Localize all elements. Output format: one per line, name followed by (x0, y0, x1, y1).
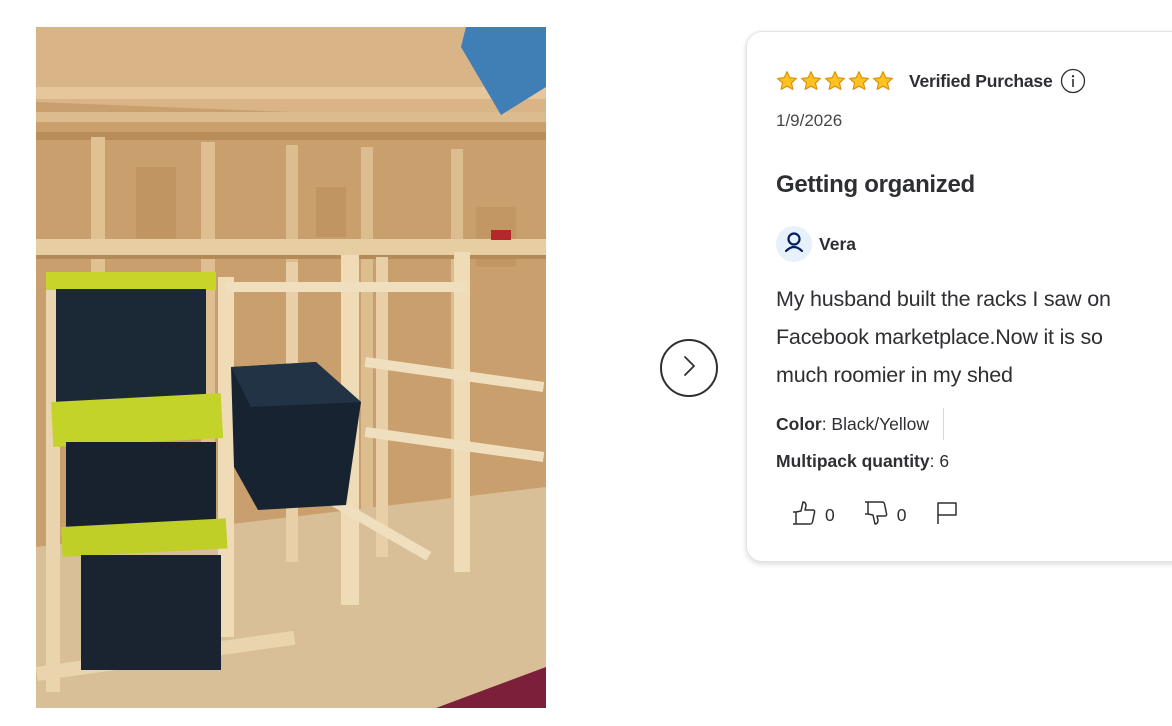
star-filled-icon (824, 70, 846, 92)
attribute-qty-label: Multipack quantity (776, 451, 930, 471)
review-actions: 0 0 (791, 500, 960, 531)
review-photo[interactable] (36, 27, 546, 708)
star-filled-icon (800, 70, 822, 92)
chevron-right-icon (682, 355, 696, 382)
reviewer-name: Vera (819, 233, 856, 254)
attribute-color-value: : Black/Yellow (821, 413, 930, 434)
report-button[interactable] (934, 500, 960, 531)
info-icon[interactable] (1060, 68, 1086, 94)
attribute-divider (943, 408, 945, 440)
verified-purchase-label: Verified Purchase (909, 70, 1053, 91)
star-rating (776, 70, 894, 92)
attribute-multipack: Multipack quantity: 6 (776, 451, 949, 472)
thumbs-down-icon (863, 500, 889, 531)
attribute-qty-value: : 6 (929, 451, 950, 471)
helpful-count: 0 (825, 505, 835, 525)
star-filled-icon (872, 70, 894, 92)
rating-row: Verified Purchase (776, 66, 1086, 96)
review-card: Verified Purchase 1/9/2026 Getting organ… (746, 31, 1172, 562)
star-filled-icon (776, 70, 798, 92)
next-review-button[interactable] (660, 339, 718, 397)
unhelpful-button[interactable]: 0 (863, 500, 907, 531)
helpful-button[interactable]: 0 (791, 500, 835, 531)
avatar (776, 226, 812, 262)
review-body: My husband built the racks I saw on Face… (776, 287, 1111, 387)
attribute-color: Color: Black/Yellow (776, 408, 945, 440)
review-date: 1/9/2026 (776, 111, 843, 130)
reviewer: Vera (776, 226, 856, 262)
unhelpful-count: 0 (896, 505, 907, 525)
review-title: Getting organized (776, 171, 975, 198)
flag-icon (934, 500, 960, 531)
star-filled-icon (848, 70, 870, 92)
thumbs-up-icon (791, 500, 817, 531)
user-icon (783, 231, 805, 258)
attribute-color-label: Color (776, 413, 822, 434)
